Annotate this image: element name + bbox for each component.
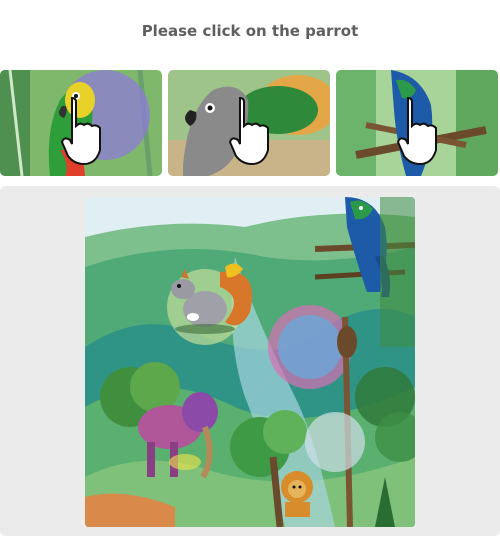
- challenge-prompt: Please click on the parrot: [141, 22, 359, 40]
- example-images: [0, 70, 500, 176]
- example-image-1: [0, 70, 162, 176]
- challenge-stage: [0, 186, 500, 536]
- example-image-2: [168, 70, 330, 176]
- lion-icon: [281, 471, 313, 517]
- example-image-3: [336, 70, 498, 176]
- challenge-image[interactable]: [85, 197, 415, 527]
